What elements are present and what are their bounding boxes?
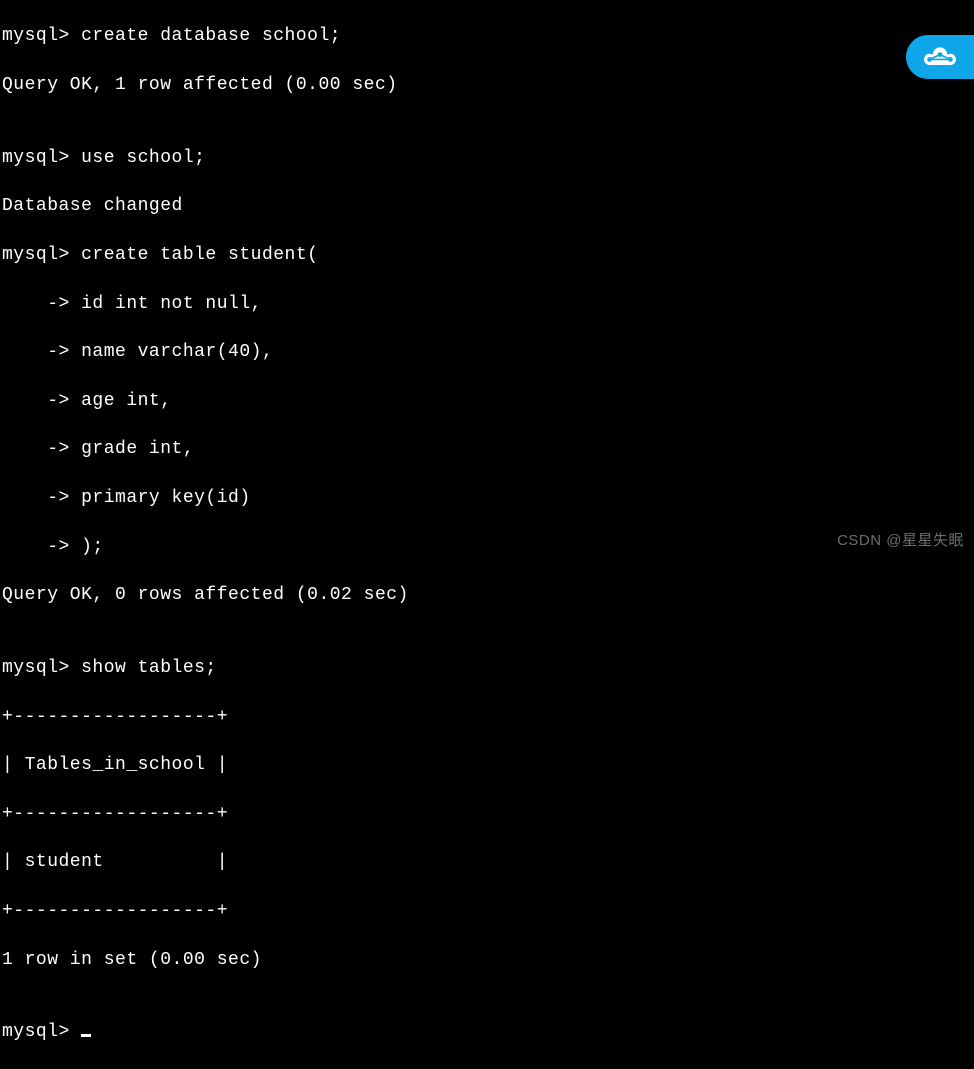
terminal-line: | student | xyxy=(2,850,974,874)
terminal-output[interactable]: mysql> create database school; Query OK,… xyxy=(2,0,974,1069)
terminal-line: Database changed xyxy=(2,194,974,218)
terminal-line: 1 row in set (0.00 sec) xyxy=(2,948,974,972)
cloud-badge[interactable] xyxy=(906,35,974,79)
terminal-line: +------------------+ xyxy=(2,802,974,826)
terminal-line: -> grade int, xyxy=(2,437,974,461)
terminal-prompt: mysql> xyxy=(2,1022,81,1042)
terminal-line: mysql> use school; xyxy=(2,146,974,170)
terminal-line: -> age int, xyxy=(2,389,974,413)
terminal-line: +------------------+ xyxy=(2,705,974,729)
terminal-prompt-line: mysql> xyxy=(2,1020,974,1044)
terminal-line: mysql> create database school; xyxy=(2,24,974,48)
terminal-line: -> primary key(id) xyxy=(2,486,974,510)
terminal-line: -> name varchar(40), xyxy=(2,340,974,364)
cursor-icon xyxy=(81,1034,91,1037)
cloud-icon xyxy=(920,44,960,70)
terminal-line: -> id int not null, xyxy=(2,292,974,316)
terminal-line: | Tables_in_school | xyxy=(2,753,974,777)
terminal-line: -> ); xyxy=(2,535,974,559)
watermark-text: CSDN @星星失眠 xyxy=(837,531,964,551)
terminal-line: Query OK, 1 row affected (0.00 sec) xyxy=(2,73,974,97)
terminal-line: mysql> create table student( xyxy=(2,243,974,267)
terminal-line: mysql> show tables; xyxy=(2,656,974,680)
terminal-line: +------------------+ xyxy=(2,899,974,923)
terminal-line: Query OK, 0 rows affected (0.02 sec) xyxy=(2,583,974,607)
